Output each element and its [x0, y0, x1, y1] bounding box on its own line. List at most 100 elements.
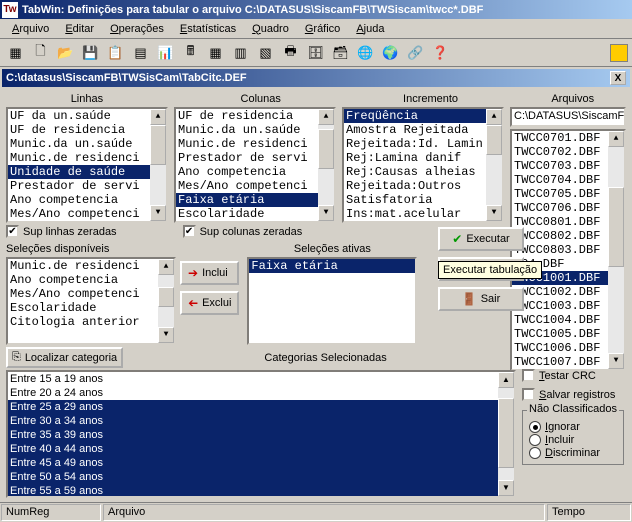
scroll-up-icon[interactable]: ▲: [608, 131, 624, 147]
list-item[interactable]: Prestador de servi: [176, 151, 334, 165]
arquivos-path-input[interactable]: C:\DATASUS\SiscamFB\T: [510, 107, 626, 127]
listbox-selecoes-disponiveis[interactable]: Munic.de residenciAno competenciaMes/Ano…: [6, 257, 176, 345]
scroll-down-icon[interactable]: ▼: [486, 205, 502, 221]
scroll-up-icon[interactable]: ▲: [150, 109, 166, 125]
tool-copy-icon[interactable]: 📋: [104, 42, 127, 64]
list-item[interactable]: Satisfatoria: [344, 193, 502, 207]
scroll-up-icon[interactable]: ▲: [486, 109, 502, 125]
listbox-categorias[interactable]: Entre 15 a 19 anosEntre 20 a 24 anosEntr…: [6, 370, 516, 498]
list-item[interactable]: Faixa etária: [176, 193, 334, 207]
list-item[interactable]: Munic.da un.saúde: [8, 137, 166, 151]
list-item[interactable]: Rejeitada:Id. Lamin: [344, 137, 502, 151]
listbox-linhas[interactable]: UF da un.saúdeUF de residenciaMunic.da u…: [6, 107, 168, 223]
list-item[interactable]: Ins:mat.acelular: [344, 207, 502, 221]
tool-grid-icon[interactable]: ▦: [204, 42, 227, 64]
list-item[interactable]: Rejeitada:Outros: [344, 179, 502, 193]
list-item[interactable]: Entre 45 a 49 anos: [8, 456, 514, 470]
radio-discriminar[interactable]: Discriminar: [529, 447, 617, 459]
scroll-down-icon[interactable]: ▼: [150, 205, 166, 221]
list-item[interactable]: Munic.de residenci: [176, 137, 334, 151]
list-item[interactable]: Entre 20 a 24 anos: [8, 386, 514, 400]
tool-run-icon[interactable]: ▦: [4, 42, 27, 64]
list-item[interactable]: Faixa etária: [249, 259, 415, 273]
tool-help-icon[interactable]: ❓: [429, 42, 452, 64]
scroll-up-icon[interactable]: ▲: [158, 259, 174, 275]
list-item[interactable]: Mes/Ano competenci: [8, 207, 166, 221]
list-item[interactable]: Munic.da un.saúde: [176, 123, 334, 137]
list-item[interactable]: UF da un.saúde: [8, 109, 166, 123]
list-item[interactable]: Freqüência: [344, 109, 502, 123]
list-item[interactable]: Ano competencia: [176, 165, 334, 179]
list-item[interactable]: Escolaridade: [8, 301, 174, 315]
tool-open-icon[interactable]: 📂: [54, 42, 77, 64]
list-item[interactable]: Ano competencia: [8, 193, 166, 207]
scroll-down-icon[interactable]: ▼: [608, 353, 624, 369]
list-item[interactable]: Entre 30 a 34 anos: [8, 414, 514, 428]
radio-ignorar[interactable]: Ignorar: [529, 421, 617, 433]
list-item[interactable]: Escolaridade: [176, 207, 334, 221]
list-item[interactable]: Mes/Ano competenci: [8, 287, 174, 301]
tool-db2-icon[interactable]: 🗃: [329, 42, 352, 64]
check-sup-colunas[interactable]: ✔ Sup colunas zeradas: [183, 225, 303, 238]
scroll-down-icon[interactable]: ▼: [318, 205, 334, 221]
tool-new-icon[interactable]: 🗋: [29, 42, 52, 64]
listbox-colunas[interactable]: UF de residenciaMunic.da un.saúdeMunic.d…: [174, 107, 336, 223]
listbox-incremento[interactable]: FreqüênciaAmostra RejeitadaRejeitada:Id.…: [342, 107, 504, 223]
menu-operacoes[interactable]: Operações: [102, 21, 172, 37]
check-testar-crc[interactable]: Testar CRC: [522, 369, 596, 382]
list-item[interactable]: Mes/Ano competenci: [176, 179, 334, 193]
scrollbar[interactable]: ▲ ▼: [498, 372, 514, 496]
executar-button[interactable]: ✔ Executar: [438, 227, 524, 251]
list-item[interactable]: Entre 55 a 59 anos: [8, 484, 514, 498]
menu-editar[interactable]: Editar: [57, 21, 102, 37]
radio-incluir[interactable]: Incluir: [529, 434, 617, 446]
scroll-down-icon[interactable]: ▼: [158, 327, 174, 343]
close-icon[interactable]: X: [610, 71, 626, 85]
list-item[interactable]: Munic.de residenci: [8, 151, 166, 165]
menu-estatisticas[interactable]: Estatísticas: [172, 21, 244, 37]
scrollbar[interactable]: ▲ ▼: [318, 109, 334, 221]
scroll-down-icon[interactable]: ▼: [498, 480, 514, 496]
tool-map-icon[interactable]: 🌐: [354, 42, 377, 64]
scrollbar[interactable]: ▲ ▼: [158, 259, 174, 343]
scroll-up-icon[interactable]: ▲: [318, 109, 334, 125]
scrollbar[interactable]: ▲ ▼: [150, 109, 166, 221]
exclui-button[interactable]: ➔ Exclui: [180, 291, 239, 315]
list-item[interactable]: UF de residencia: [176, 109, 334, 123]
list-item[interactable]: Unidade de saúde: [8, 165, 166, 179]
sair-button[interactable]: 🚪 Sair: [438, 287, 524, 311]
list-item[interactable]: Entre 40 a 44 anos: [8, 442, 514, 456]
tool-link-icon[interactable]: 🔗: [404, 42, 427, 64]
tool-browser-icon[interactable]: 🌍: [379, 42, 402, 64]
tool-table-icon[interactable]: ▤: [129, 42, 152, 64]
list-item[interactable]: Ano competencia: [8, 273, 174, 287]
check-sup-linhas[interactable]: ✔ Sup linhas zeradas: [6, 225, 117, 238]
list-item[interactable]: Entre 50 a 54 anos: [8, 470, 514, 484]
tool-layout-icon[interactable]: ▥: [229, 42, 252, 64]
tool-db1-icon[interactable]: 🗄: [304, 42, 327, 64]
scroll-up-icon[interactable]: ▲: [498, 372, 514, 388]
menu-quadro[interactable]: Quadro: [244, 21, 297, 37]
tool-chart-icon[interactable]: 📊: [154, 42, 177, 64]
list-item[interactable]: Amostra Rejeitada: [344, 123, 502, 137]
menu-ajuda[interactable]: Ajuda: [348, 21, 392, 37]
menu-grafico[interactable]: Gráfico: [297, 21, 348, 37]
list-item[interactable]: Entre 35 a 39 anos: [8, 428, 514, 442]
tool-print-icon[interactable]: 🖶: [279, 42, 302, 64]
list-item[interactable]: Munic.de residenci: [8, 259, 174, 273]
listbox-selecoes-ativas[interactable]: Faixa etária: [247, 257, 417, 345]
list-item[interactable]: Entre 25 a 29 anos: [8, 400, 514, 414]
tool-columns-icon[interactable]: ▧: [254, 42, 277, 64]
tool-calc-icon[interactable]: 🖩: [179, 42, 202, 64]
list-item[interactable]: UF de residencia: [8, 123, 166, 137]
localizar-categoria-button[interactable]: ⎘ Localizar categoria: [6, 347, 123, 368]
check-salvar-registros[interactable]: Salvar registros: [522, 388, 615, 401]
list-item[interactable]: Rej:Causas alheias: [344, 165, 502, 179]
inclui-button[interactable]: ➔ Inclui: [180, 261, 239, 285]
list-item[interactable]: Prestador de servi: [8, 179, 166, 193]
list-item[interactable]: Rej:Lamina danif: [344, 151, 502, 165]
list-item[interactable]: Entre 15 a 19 anos: [8, 372, 514, 386]
menu-arquivo[interactable]: Arquivo: [4, 21, 57, 37]
scrollbar[interactable]: ▲ ▼: [486, 109, 502, 221]
list-item[interactable]: Citologia anterior: [8, 315, 174, 329]
